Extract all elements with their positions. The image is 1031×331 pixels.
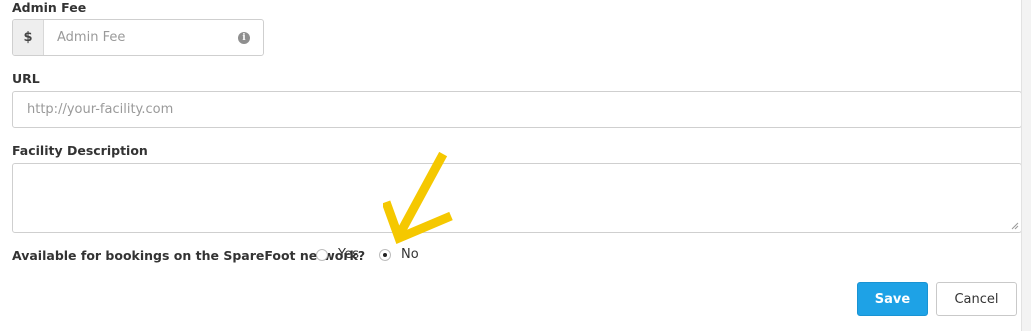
admin-fee-input-group: $ Admin Fee i bbox=[12, 19, 264, 56]
info-icon[interactable]: i bbox=[238, 32, 250, 44]
scrollbar[interactable] bbox=[1021, 0, 1031, 331]
facility-form: Admin Fee $ Admin Fee i URL http://your-… bbox=[0, 0, 1031, 331]
url-input[interactable]: http://your-facility.com bbox=[12, 91, 1022, 128]
radio-yes-circle[interactable] bbox=[316, 248, 328, 261]
url-placeholder: http://your-facility.com bbox=[27, 102, 174, 117]
admin-fee-input[interactable]: Admin Fee i bbox=[44, 20, 263, 55]
facility-description-label: Facility Description bbox=[12, 143, 148, 158]
url-label: URL bbox=[12, 71, 40, 86]
radio-no-circle[interactable] bbox=[379, 248, 391, 261]
network-bookings-question: Available for bookings on the SpareFoot … bbox=[12, 248, 366, 263]
save-button[interactable]: Save bbox=[857, 282, 928, 316]
cancel-button[interactable]: Cancel bbox=[936, 282, 1017, 316]
admin-fee-label: Admin Fee bbox=[12, 0, 87, 15]
facility-description-textarea[interactable] bbox=[12, 163, 1022, 233]
radio-yes[interactable]: Yes bbox=[316, 247, 359, 262]
arrow-down-left-icon bbox=[383, 151, 453, 244]
resize-handle-icon[interactable] bbox=[1011, 222, 1019, 230]
admin-fee-placeholder: Admin Fee bbox=[57, 30, 126, 45]
radio-yes-label: Yes bbox=[338, 247, 359, 262]
currency-prefix: $ bbox=[13, 20, 44, 55]
